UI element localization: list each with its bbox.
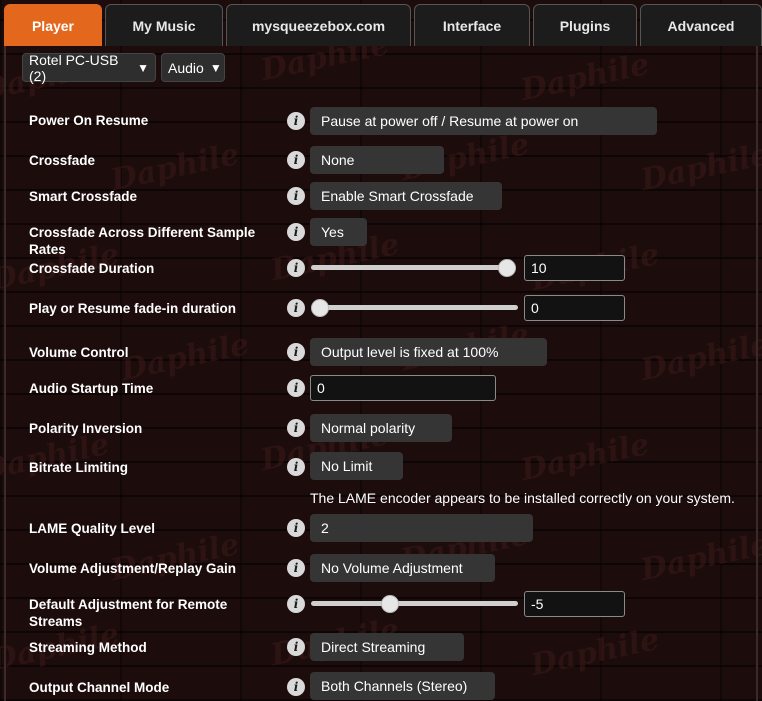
polarity-inversion-label: Polarity Inversion — [29, 421, 143, 436]
crossfade-sample-rates-select[interactable]: Yes — [310, 218, 367, 246]
tab-player[interactable]: Player — [4, 4, 102, 46]
info-icon[interactable]: i — [287, 299, 305, 317]
info-icon[interactable]: i — [287, 458, 305, 476]
lame-quality-label: LAME Quality Level — [29, 521, 156, 536]
info-icon[interactable]: i — [287, 379, 305, 397]
tab-mysqueezebox[interactable]: mysqueezebox.com — [226, 4, 411, 46]
fadein-duration-label: Play or Resume fade-in duration — [29, 301, 237, 316]
info-icon[interactable]: i — [287, 343, 305, 361]
tab-bar: Player My Music mysqueezebox.com Interfa… — [4, 4, 762, 46]
section-select-value: Audio — [168, 59, 204, 76]
info-icon[interactable]: i — [287, 595, 305, 613]
bitrate-limiting-select[interactable]: No Limit — [310, 452, 403, 480]
output-channel-mode-label: Output Channel Mode — [29, 680, 170, 695]
fadein-duration-slider-knob[interactable] — [311, 299, 329, 317]
crossfade-duration-slider-knob[interactable] — [498, 259, 516, 277]
smart-crossfade-label: Smart Crossfade — [29, 189, 138, 204]
default-adjustment-slider-knob[interactable] — [381, 595, 399, 613]
info-icon[interactable]: i — [287, 112, 305, 130]
power-on-resume-label: Power On Resume — [29, 113, 149, 128]
streaming-method-label: Streaming Method — [29, 640, 147, 655]
info-icon[interactable]: i — [287, 638, 305, 656]
fadein-duration-input[interactable]: 0 — [524, 295, 625, 321]
lame-note: The LAME encoder appears to be installed… — [310, 490, 735, 506]
crossfade-select[interactable]: None — [310, 146, 444, 174]
volume-control-select[interactable]: Output level is fixed at 100% — [310, 338, 547, 366]
section-select[interactable]: Audio ▼ — [161, 53, 225, 82]
audio-startup-time-input[interactable]: 0 — [310, 375, 496, 401]
info-icon[interactable]: i — [287, 259, 305, 277]
tab-interface[interactable]: Interface — [414, 4, 530, 46]
tab-my-music[interactable]: My Music — [105, 4, 223, 46]
info-icon[interactable]: i — [287, 151, 305, 169]
volume-adjustment-select[interactable]: No Volume Adjustment — [310, 554, 495, 582]
default-adjustment-slider[interactable] — [311, 601, 518, 606]
info-icon[interactable]: i — [287, 419, 305, 437]
crossfade-sample-rates-label: Crossfade Across Different Sample Rates — [29, 225, 256, 257]
power-on-resume-select[interactable]: Pause at power off / Resume at power on — [310, 107, 657, 135]
audio-startup-time-label: Audio Startup Time — [29, 381, 154, 396]
streaming-method-select[interactable]: Direct Streaming — [310, 633, 464, 661]
polarity-inversion-select[interactable]: Normal polarity — [310, 414, 452, 442]
tab-advanced[interactable]: Advanced — [640, 4, 762, 46]
info-icon[interactable]: i — [287, 187, 305, 205]
volume-control-label: Volume Control — [29, 345, 129, 360]
player-select[interactable]: Rotel PC-USB (2) ▼ — [22, 51, 156, 84]
default-adjustment-input[interactable]: -5 — [524, 591, 625, 617]
player-select-value: Rotel PC-USB (2) — [29, 51, 119, 84]
crossfade-duration-input[interactable]: 10 — [524, 255, 625, 281]
lame-quality-select[interactable]: 2 — [310, 514, 533, 542]
dropdown-arrow-icon: ▼ — [209, 60, 222, 75]
bitrate-limiting-label: Bitrate Limiting — [29, 460, 129, 475]
info-icon[interactable]: i — [287, 519, 305, 537]
output-channel-mode-select[interactable]: Both Channels (Stereo) — [310, 672, 495, 700]
crossfade-duration-slider[interactable] — [311, 265, 516, 270]
default-adjustment-label: Default Adjustment for Remote Streams — [29, 597, 228, 629]
info-icon[interactable]: i — [287, 678, 305, 696]
tab-plugins[interactable]: Plugins — [533, 4, 637, 46]
info-icon[interactable]: i — [287, 223, 305, 241]
crossfade-label: Crossfade — [29, 153, 96, 168]
info-icon[interactable]: i — [287, 559, 305, 577]
volume-adjustment-label: Volume Adjustment/Replay Gain — [29, 561, 237, 576]
smart-crossfade-select[interactable]: Enable Smart Crossfade — [310, 182, 502, 210]
dropdown-arrow-icon: ▼ — [137, 60, 149, 75]
fadein-duration-slider[interactable] — [311, 305, 518, 310]
crossfade-duration-label: Crossfade Duration — [29, 261, 155, 276]
